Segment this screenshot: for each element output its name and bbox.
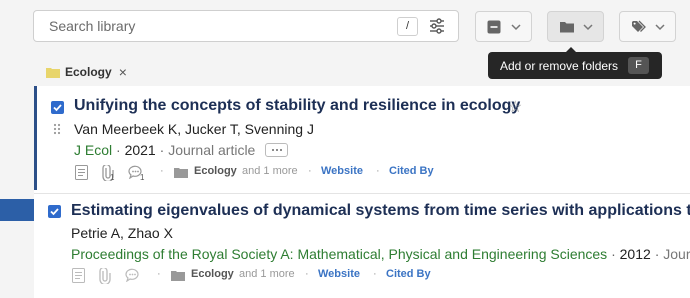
- cited-by-link[interactable]: Cited By: [386, 268, 431, 280]
- meta-separator: ·: [159, 142, 165, 158]
- tags-menu-button[interactable]: [619, 11, 676, 42]
- folder-filter-chip: Ecology ×: [46, 64, 127, 80]
- action-separator: ·: [160, 165, 164, 177]
- notes-icon[interactable]: [75, 165, 88, 180]
- search-shortcut-key: /: [397, 17, 418, 36]
- check-icon: [50, 208, 59, 216]
- folder-icon: [46, 67, 60, 78]
- notes-icon[interactable]: [72, 268, 85, 283]
- item-meta: Proceedings of the Royal Society A: Math…: [71, 246, 690, 262]
- remove-filter-button[interactable]: ×: [119, 65, 127, 79]
- item-title[interactable]: Estimating eigenvalues of dynamical syst…: [71, 202, 690, 220]
- check-icon: [53, 104, 62, 112]
- results-list: Unifying the concepts of stability and r…: [34, 86, 690, 298]
- folder-icon: [174, 168, 188, 178]
- search-input[interactable]: [34, 11, 374, 41]
- cited-by-link[interactable]: Cited By: [389, 165, 434, 177]
- tags-icon: [632, 20, 646, 32]
- sidebar-selected-item[interactable]: [0, 199, 34, 221]
- chevron-down-icon: [583, 24, 593, 31]
- action-separator: ·: [157, 268, 161, 280]
- item-meta: J Ecol · 2021 · Journal article: [74, 142, 289, 158]
- search-bar: /: [33, 10, 459, 42]
- item-folder-more[interactable]: and 1 more: [239, 268, 295, 280]
- action-separator: ·: [376, 165, 380, 177]
- item-authors: Petrie A, Zhao X: [71, 225, 173, 241]
- checkbox-minus-icon: [487, 20, 501, 34]
- attachment-count: 1: [110, 173, 115, 182]
- folder-icon: [171, 271, 185, 281]
- star-icon[interactable]: ☆: [508, 97, 522, 117]
- list-item[interactable]: Estimating eigenvalues of dynamical syst…: [34, 193, 690, 298]
- tooltip-text: Add or remove folders: [500, 59, 619, 73]
- item-checkbox[interactable]: [48, 205, 61, 218]
- tooltip-arrow: [566, 47, 576, 52]
- more-options-button[interactable]: [265, 143, 289, 158]
- tooltip-shortcut-key: F: [628, 57, 649, 74]
- item-year: 2012: [619, 246, 651, 262]
- item-year: 2021: [124, 142, 156, 158]
- action-separator: ·: [373, 268, 377, 280]
- website-link[interactable]: Website: [321, 165, 363, 177]
- filter-sliders-icon[interactable]: [428, 17, 446, 35]
- item-type: Jour: [663, 246, 690, 262]
- item-folder[interactable]: Ecology: [194, 165, 237, 177]
- action-separator: ·: [305, 268, 309, 280]
- item-title[interactable]: Unifying the concepts of stability and r…: [74, 97, 520, 115]
- comment-count: 1: [140, 173, 145, 182]
- folders-menu-button[interactable]: [547, 11, 604, 42]
- drag-handle-icon[interactable]: [53, 123, 61, 135]
- item-authors: Van Meerbeek K, Jucker T, Svenning J: [74, 121, 314, 137]
- attachment-icon[interactable]: [99, 268, 111, 284]
- item-actions: 1 1 · Ecology and 1 more · Website · Cit…: [74, 165, 674, 183]
- select-menu-button[interactable]: [475, 11, 532, 42]
- item-type: Journal article: [168, 142, 256, 158]
- folders-tooltip: Add or remove folders F: [488, 47, 662, 79]
- chevron-down-icon: [511, 24, 521, 31]
- item-checkbox[interactable]: [51, 101, 64, 114]
- meta-separator: ·: [654, 246, 660, 262]
- website-link[interactable]: Website: [318, 268, 360, 280]
- item-journal: J Ecol: [74, 142, 113, 158]
- item-folder-more[interactable]: and 1 more: [242, 165, 298, 177]
- folder-icon: [560, 22, 574, 33]
- list-item[interactable]: Unifying the concepts of stability and r…: [34, 86, 690, 190]
- comment-icon[interactable]: [125, 268, 140, 282]
- chevron-down-icon: [655, 24, 665, 31]
- action-separator: ·: [308, 165, 312, 177]
- meta-separator: ·: [116, 142, 121, 158]
- item-journal: Proceedings of the Royal Society A: Math…: [71, 246, 608, 262]
- meta-separator: ·: [611, 246, 616, 262]
- filter-label: Ecology: [65, 65, 112, 79]
- item-folder[interactable]: Ecology: [191, 268, 234, 280]
- item-actions: · Ecology and 1 more · Website · Cited B…: [71, 268, 671, 286]
